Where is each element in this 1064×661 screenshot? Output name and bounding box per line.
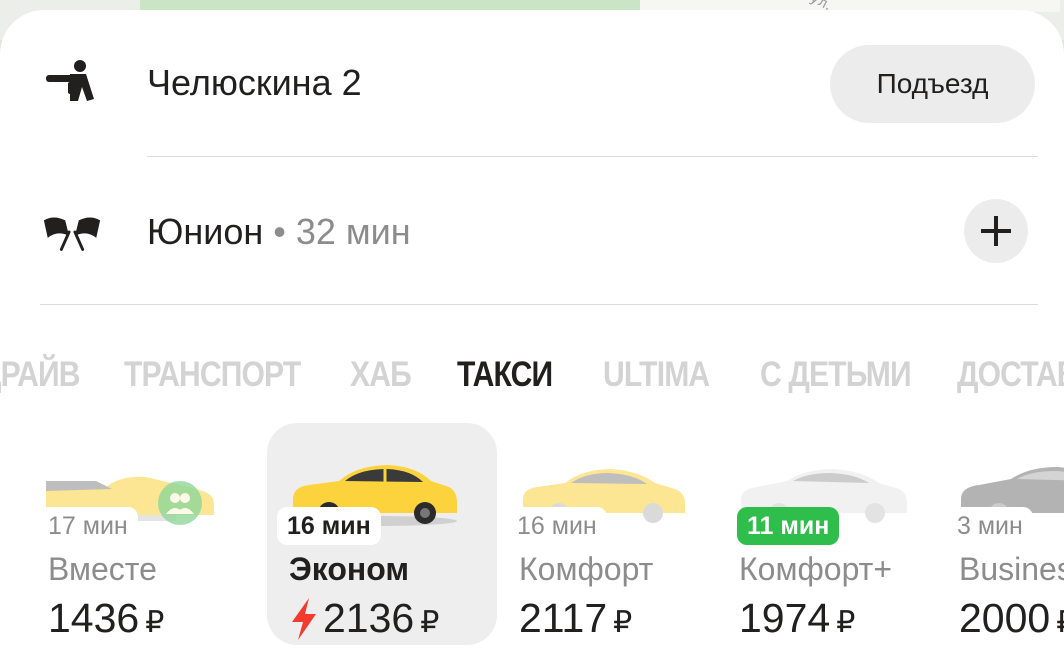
tab-taxi[interactable]: ТАКСИ xyxy=(457,355,553,395)
price-value: 1974 xyxy=(739,595,831,641)
person-pointing-icon xyxy=(40,58,104,108)
trip-duration: 32 мин xyxy=(295,211,411,252)
tab-drive[interactable]: ДРАЙВ xyxy=(0,355,81,395)
tariff-card-together[interactable]: 17 мин Вместе 1436 ₽ xyxy=(26,423,256,645)
group-icon xyxy=(158,481,202,525)
price-value: 2117 xyxy=(519,595,608,641)
divider xyxy=(40,304,1038,305)
price-value: 1436 xyxy=(48,595,140,641)
tariff-name: Комфорт xyxy=(519,551,654,587)
tariff-price: 1436 ₽ xyxy=(48,595,164,642)
destination-row[interactable]: Юнион • 32 мин xyxy=(0,173,1064,293)
currency-sign: ₽ xyxy=(145,606,165,639)
tariff-list: 17 мин Вместе 1436 ₽ 16 мин Эконом 2136 … xyxy=(0,423,1064,653)
finish-flags-icon xyxy=(40,207,104,257)
tariff-name: Эконом xyxy=(289,551,410,587)
tab-hub[interactable]: ХАБ xyxy=(350,355,412,395)
tab-ultima[interactable]: ULTIMA xyxy=(603,355,710,395)
price-value: 2136 xyxy=(323,595,415,641)
tariff-card-business[interactable]: 3 мин Business 2000₽ xyxy=(937,423,1064,645)
currency-sign: ₽ xyxy=(1056,605,1064,640)
currency-sign: ₽ xyxy=(613,606,633,639)
add-stop-button[interactable] xyxy=(964,199,1028,263)
currency-sign: ₽ xyxy=(420,606,440,639)
tariff-name: Вместе xyxy=(48,551,157,587)
currency-sign: ₽ xyxy=(836,606,856,639)
price-value: 2000 xyxy=(959,595,1051,641)
tariff-price: 1974 ₽ xyxy=(739,595,855,642)
tariff-eta: 17 мин xyxy=(38,507,138,545)
separator-dot: • xyxy=(263,211,296,252)
tariff-eta: 16 мин xyxy=(507,507,607,545)
destination-name: Юнион xyxy=(147,211,264,252)
order-sheet: Челюскина 2 Подъезд Юнион • 32 мин ДРАЙВ… xyxy=(0,10,1064,661)
tariff-card-comfort[interactable]: 16 мин Комфорт 2117 ₽ xyxy=(497,423,727,645)
tariff-card-comfort-plus[interactable]: 11 мин Комфорт+ 1974 ₽ xyxy=(717,423,947,645)
entrance-button[interactable]: Подъезд xyxy=(830,45,1035,123)
category-tabs: ДРАЙВ ТРАНСПОРТ ХАБ ТАКСИ ULTIMA С ДЕТЬМ… xyxy=(0,355,1064,405)
tariff-eta: 16 мин xyxy=(277,507,381,545)
tariff-eta: 11 мин xyxy=(737,507,840,545)
tariff-price: 2000₽ xyxy=(959,595,1064,642)
lightning-icon xyxy=(292,597,316,640)
pickup-row[interactable]: Челюскина 2 Подъезд xyxy=(0,24,1064,144)
tab-transport[interactable]: ТРАНСПОРТ xyxy=(124,355,301,395)
map-park-area xyxy=(140,0,655,10)
tab-delivery[interactable]: ДОСТАВКА xyxy=(957,355,1064,395)
divider xyxy=(147,156,1038,157)
pickup-address: Челюскина 2 xyxy=(147,62,362,103)
tariff-name: Business xyxy=(959,551,1064,587)
tariff-eta: 3 мин xyxy=(947,507,1033,545)
tab-with-kids[interactable]: С ДЕТЬМИ xyxy=(760,355,912,395)
tariff-name: Комфорт+ xyxy=(739,551,892,587)
tariff-price: 2136 ₽ xyxy=(289,595,439,642)
tariff-card-economy[interactable]: 16 мин Эконом 2136 ₽ xyxy=(267,423,497,645)
tariff-price: 2117 ₽ xyxy=(519,595,632,642)
plus-icon xyxy=(981,216,1011,246)
destination-text: Юнион • 32 мин xyxy=(147,211,411,253)
